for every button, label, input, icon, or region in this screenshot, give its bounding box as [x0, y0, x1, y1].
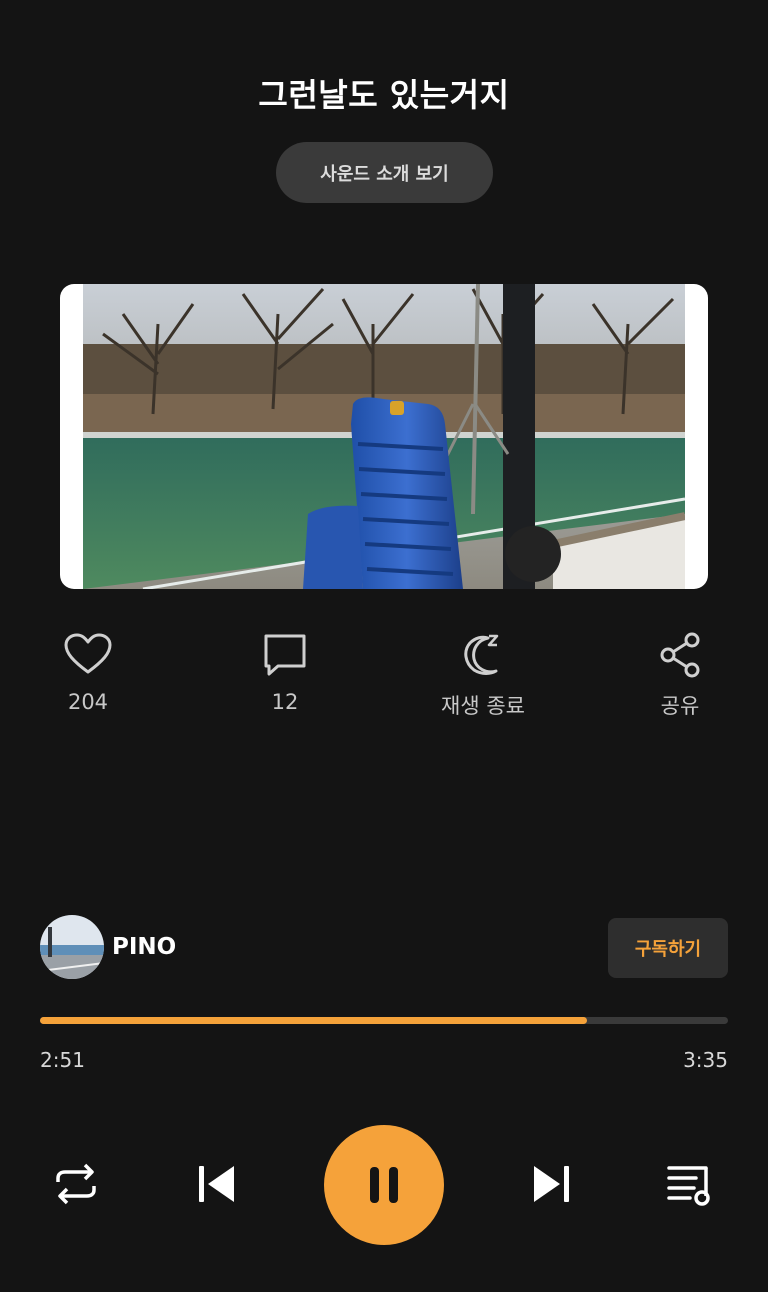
comment-icon — [264, 634, 306, 676]
share-icon — [660, 632, 700, 678]
heart-icon — [64, 633, 112, 674]
playlist-button[interactable] — [666, 1160, 716, 1208]
like-count: 204 — [67, 690, 109, 714]
pause-icon — [370, 1167, 398, 1203]
track-artwork — [60, 284, 708, 589]
avatar-image — [40, 915, 104, 979]
comment-button[interactable]: 12 — [225, 630, 345, 714]
progress-fill — [40, 1017, 587, 1024]
elapsed-time: 2:51 — [40, 1048, 85, 1072]
comment-count: 12 — [271, 690, 299, 714]
repeat-icon — [56, 1163, 96, 1205]
artist-name[interactable]: PINO — [112, 934, 176, 960]
total-duration: 3:35 — [683, 1048, 728, 1072]
previous-button[interactable] — [192, 1160, 240, 1208]
skip-previous-icon — [199, 1166, 234, 1202]
avatar[interactable] — [40, 915, 104, 979]
sleep-timer-label: 재생 종료 — [441, 694, 525, 718]
artwork-photo — [83, 284, 685, 589]
playlist-music-icon — [667, 1166, 710, 1206]
moon-zz-icon — [464, 634, 499, 675]
next-button[interactable] — [528, 1160, 576, 1208]
like-button[interactable]: 204 — [28, 630, 148, 714]
skip-next-icon — [534, 1166, 569, 1202]
pause-button[interactable] — [324, 1125, 444, 1245]
progress-bar[interactable] — [40, 1017, 728, 1024]
repeat-button[interactable] — [52, 1160, 100, 1208]
artist-profile[interactable]: PINO — [40, 915, 176, 979]
sound-intro-button[interactable]: 사운드 소개 보기 — [276, 142, 493, 203]
track-title: 그런날도 있는거지 — [258, 76, 510, 114]
share-label: 공유 — [660, 694, 700, 718]
subscribe-button[interactable]: 구독하기 — [608, 918, 728, 978]
sleep-timer-button[interactable]: 재생 종료 — [423, 630, 543, 720]
share-button[interactable]: 공유 — [620, 630, 740, 720]
